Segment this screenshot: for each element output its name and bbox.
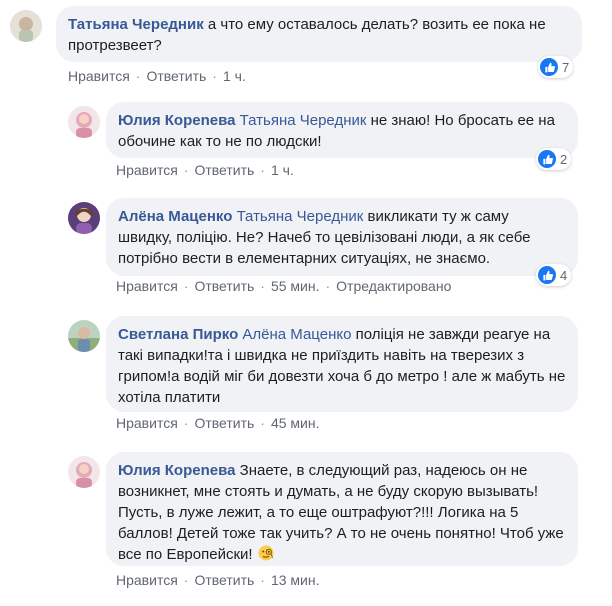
comment-actions: Нравится · Ответить · 1 ч. xyxy=(68,68,246,84)
reaction-number: 7 xyxy=(562,59,570,75)
comment-author[interactable]: Светлана Пирко xyxy=(118,326,238,343)
avatar-photo xyxy=(10,10,42,42)
separator-dot: · xyxy=(260,162,265,178)
like-icon xyxy=(538,266,556,284)
avatar[interactable] xyxy=(10,10,42,42)
comment-author[interactable]: Татьяна Чередник xyxy=(68,16,204,33)
monocle-face-icon xyxy=(258,545,274,561)
comment-timestamp[interactable]: 1 ч. xyxy=(223,68,246,84)
reaction-count[interactable]: 7 xyxy=(538,56,574,78)
comment-timestamp[interactable]: 45 мин. xyxy=(271,415,320,431)
separator-dot: · xyxy=(260,278,265,294)
comment-mention[interactable]: Татьяна Чередник xyxy=(237,208,364,225)
avatar[interactable] xyxy=(68,456,100,488)
comment-author[interactable]: Алёна Маценко xyxy=(118,208,232,225)
comment-mention[interactable]: Алёна Маценко xyxy=(242,326,351,343)
comment-bubble: Светлана Пирко Алёна Маценко поліція не … xyxy=(106,316,578,412)
comment-bubble: Татьяна Чередник а что ему оставалось де… xyxy=(56,6,582,62)
like-button[interactable]: Нравится xyxy=(116,415,178,431)
like-button[interactable]: Нравится xyxy=(116,572,178,588)
avatar-photo xyxy=(68,202,100,234)
like-icon xyxy=(540,58,558,76)
comment-bubble: Юлия Кореnева Знаете, в следующий раз, н… xyxy=(106,452,578,566)
separator-dot: · xyxy=(260,572,265,588)
reply-button[interactable]: Ответить xyxy=(194,162,254,178)
reaction-count[interactable]: 4 xyxy=(536,264,572,286)
comment-actions: Нравится · Ответить · 13 мин. xyxy=(116,572,320,588)
reply-button[interactable]: Ответить xyxy=(194,415,254,431)
comment-bubble: Юлия Кореnева Татьяна Чередник не знаю! … xyxy=(106,102,578,158)
separator-dot: · xyxy=(212,68,217,84)
reaction-number: 4 xyxy=(560,267,568,283)
comment-actions: Нравится · Ответить · 45 мин. xyxy=(116,415,320,431)
like-button[interactable]: Нравится xyxy=(68,68,130,84)
avatar-photo xyxy=(68,320,100,352)
comment-bubble: Алёна Маценко Татьяна Чередник викликати… xyxy=(106,198,578,276)
avatar-photo xyxy=(68,106,100,138)
comment-timestamp[interactable]: 1 ч. xyxy=(271,162,294,178)
avatar[interactable] xyxy=(68,106,100,138)
reaction-number: 2 xyxy=(560,151,568,167)
separator-dot: · xyxy=(183,278,189,294)
edited-label[interactable]: Отредактировано xyxy=(336,278,451,294)
separator-dot: · xyxy=(183,415,189,431)
separator-dot: · xyxy=(260,415,265,431)
avatar[interactable] xyxy=(68,320,100,352)
like-button[interactable]: Нравится xyxy=(116,162,178,178)
comment-author[interactable]: Юлия Кореnева xyxy=(118,112,235,129)
comment-author[interactable]: Юлия Кореnева xyxy=(118,462,235,479)
comment-timestamp[interactable]: 13 мин. xyxy=(271,572,320,588)
comment-timestamp[interactable]: 55 мин. xyxy=(271,278,320,294)
reply-button[interactable]: Ответить xyxy=(194,278,254,294)
reply-button[interactable]: Ответить xyxy=(194,572,254,588)
separator-dot: · xyxy=(135,68,141,84)
like-button[interactable]: Нравится xyxy=(116,278,178,294)
avatar-photo xyxy=(68,456,100,488)
comment-actions: Нравится · Ответить · 55 мин. · Отредактирован… xyxy=(116,278,451,294)
separator-dot: · xyxy=(325,278,331,294)
comment-mention[interactable]: Татьяна Чередник xyxy=(240,112,367,129)
like-icon xyxy=(538,150,556,168)
reaction-count[interactable]: 2 xyxy=(536,148,572,170)
separator-dot: · xyxy=(183,162,189,178)
reply-button[interactable]: Ответить xyxy=(146,68,206,84)
comment-actions: Нравится · Ответить · 1 ч. xyxy=(116,162,294,178)
separator-dot: · xyxy=(183,572,189,588)
avatar[interactable] xyxy=(68,202,100,234)
